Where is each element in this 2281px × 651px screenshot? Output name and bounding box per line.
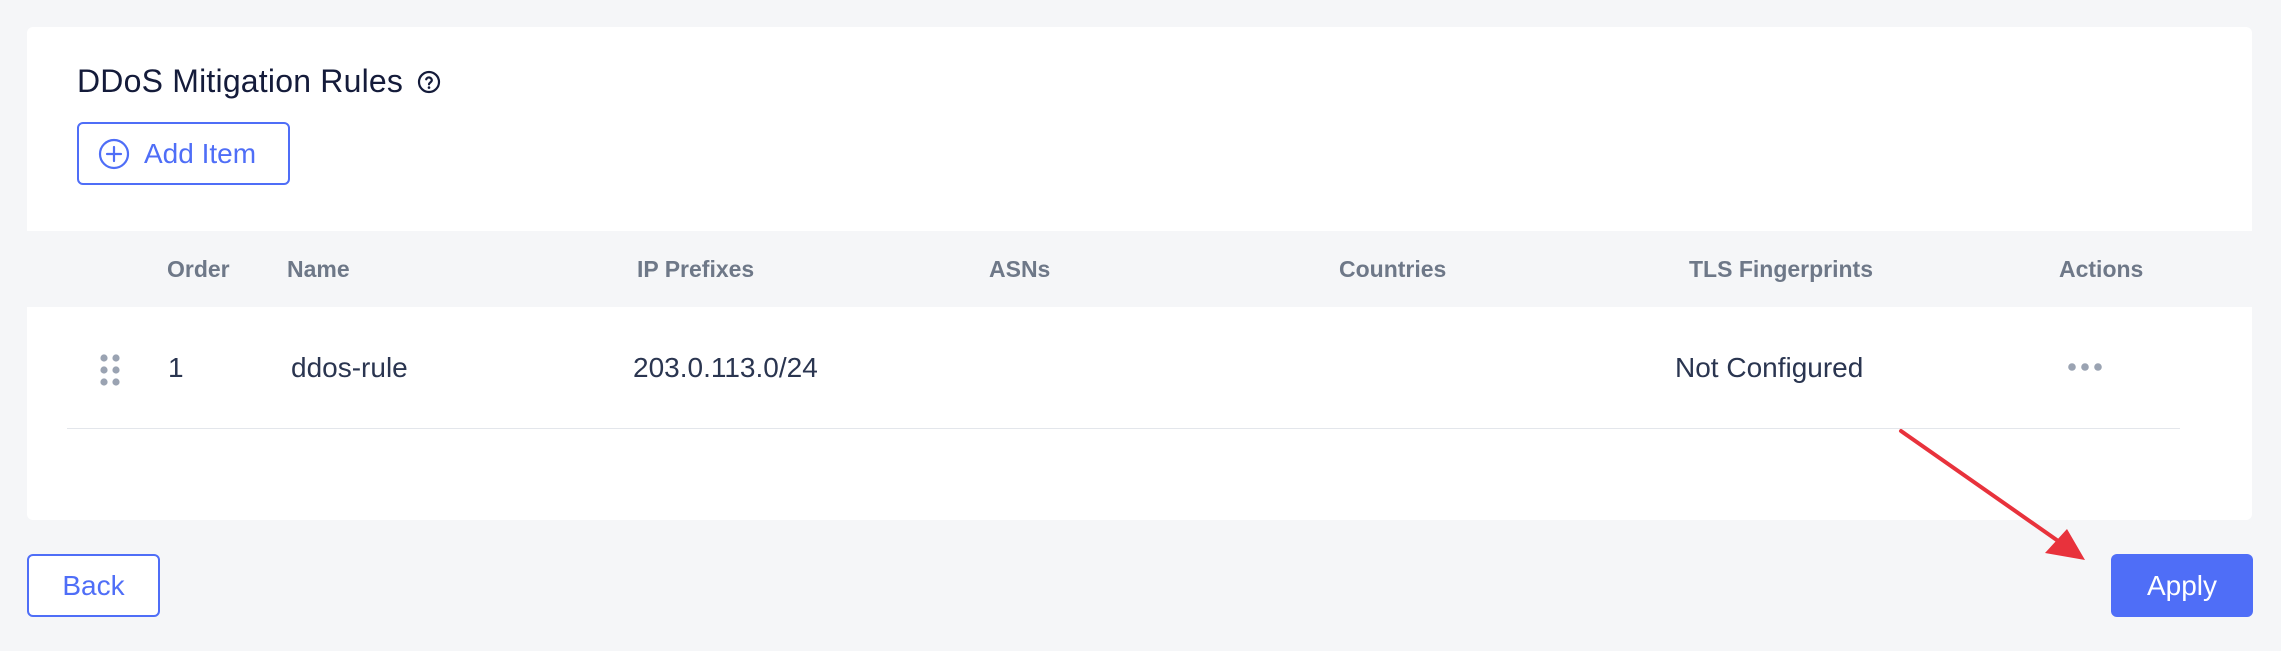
column-header-ip-prefixes: IP Prefixes [637, 256, 755, 282]
cell-name: ddos-rule [291, 352, 408, 383]
cell-tls-fingerprints: Not Configured [1675, 352, 1864, 383]
add-item-button[interactable]: Add Item [77, 122, 290, 185]
drag-handle-icon[interactable] [98, 352, 122, 388]
column-header-actions: Actions [2059, 256, 2144, 282]
table-row: 1 ddos-rule 203.0.113.0/24 Not Configure… [67, 307, 2180, 429]
more-horizontal-icon[interactable] [2062, 352, 2108, 382]
column-header-tls-fingerprints: TLS Fingerprints [1689, 256, 1873, 282]
back-button[interactable]: Back [27, 554, 160, 617]
column-header-order: Order [167, 256, 230, 282]
help-circle-icon[interactable] [417, 70, 441, 94]
cell-order: 1 [168, 352, 184, 383]
apply-button[interactable]: Apply [2111, 554, 2253, 617]
cell-ip-prefixes: 203.0.113.0/24 [633, 352, 818, 383]
section-title: DDoS Mitigation Rules [77, 63, 404, 99]
plus-circle-icon [98, 138, 130, 170]
table-header: Order Name IP Prefixes ASNs Countries TL… [27, 231, 2252, 307]
annotation-arrow [1899, 429, 2085, 560]
add-item-label: Add Item [144, 137, 257, 169]
column-header-countries: Countries [1339, 256, 1447, 282]
card-header: DDoS Mitigation Rules [77, 63, 441, 100]
column-header-name: Name [287, 256, 350, 282]
page: DDoS Mitigation Rules Add Item Order Nam… [0, 0, 2281, 651]
column-header-asns: ASNs [989, 256, 1051, 282]
